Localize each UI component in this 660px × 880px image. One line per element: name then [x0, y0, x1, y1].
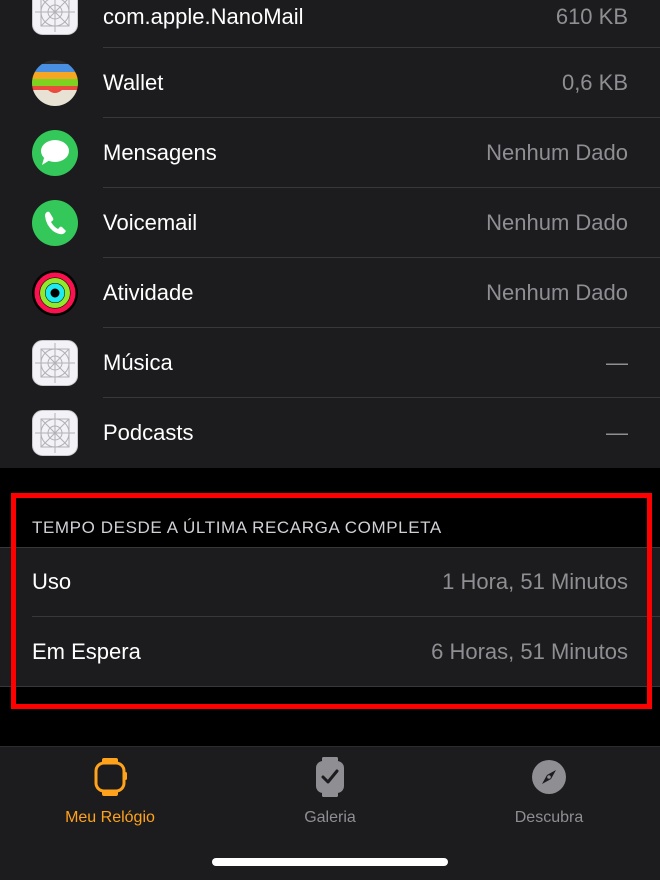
app-row-music[interactable]: Música —: [0, 328, 660, 398]
app-row-nanomail[interactable]: com.apple.NanoMail 610 KB: [0, 0, 660, 48]
compass-icon: [529, 757, 569, 797]
placeholder-app-icon: [32, 0, 78, 35]
app-storage-list: com.apple.NanoMail 610 KB Wallet 0,6 KB …: [0, 0, 660, 468]
app-name: Voicemail: [103, 210, 198, 235]
app-name: Podcasts: [103, 420, 194, 445]
app-size: Nenhum Dado: [486, 280, 628, 305]
app-size: 0,6 KB: [561, 70, 628, 95]
activity-rings-icon: [32, 270, 78, 316]
app-name: Mensagens: [103, 140, 217, 165]
app-size: 610 KB: [555, 4, 628, 29]
app-name: Wallet: [103, 70, 164, 95]
app-row-activity[interactable]: Atividade Nenhum Dado: [0, 258, 660, 328]
app-name: Música: [103, 350, 173, 375]
placeholder-app-icon: [32, 340, 78, 386]
app-size: Nenhum Dado: [486, 140, 628, 165]
tab-label: Meu Relógio: [65, 809, 155, 826]
wallet-icon: [32, 60, 78, 106]
storage-screen: com.apple.NanoMail 610 KB Wallet 0,6 KB …: [0, 0, 660, 880]
app-row-messages[interactable]: Mensagens Nenhum Dado: [0, 118, 660, 188]
standby-row: Em Espera 6 Horas, 51 Minutos: [0, 617, 660, 687]
usage-value: 1 Hora, 51 Minutos: [442, 569, 628, 594]
battery-usage-list: Uso 1 Hora, 51 Minutos Em Espera 6 Horas…: [0, 547, 660, 687]
placeholder-app-icon: [32, 410, 78, 456]
watch-face-gallery-icon: [310, 757, 350, 797]
app-row-wallet[interactable]: Wallet 0,6 KB: [0, 48, 660, 118]
app-name: com.apple.NanoMail: [103, 4, 304, 29]
home-indicator[interactable]: [212, 858, 448, 866]
section-bottom-divider: [0, 686, 660, 687]
app-size: Nenhum Dado: [486, 210, 628, 235]
messages-icon: [32, 130, 78, 176]
app-size: —: [606, 420, 628, 445]
tab-label: Descubra: [514, 809, 584, 826]
tab-discover[interactable]: Descubra: [459, 757, 639, 827]
app-name: Atividade: [103, 280, 194, 305]
app-row-voicemail[interactable]: Voicemail Nenhum Dado: [0, 188, 660, 258]
section-header-last-charge: TEMPO DESDE A ÚLTIMA RECARGA COMPLETA: [32, 518, 442, 537]
usage-row: Uso 1 Hora, 51 Minutos: [0, 547, 660, 617]
phone-icon: [32, 200, 78, 246]
standby-value: 6 Horas, 51 Minutos: [431, 639, 628, 664]
watch-icon: [90, 757, 130, 797]
tab-my-watch[interactable]: Meu Relógio: [20, 757, 200, 827]
standby-label: Em Espera: [32, 639, 141, 664]
tab-label: Galeria: [304, 809, 356, 826]
tab-gallery[interactable]: Galeria: [240, 757, 420, 827]
app-size: —: [606, 350, 628, 375]
app-row-podcasts[interactable]: Podcasts —: [0, 398, 660, 468]
usage-label: Uso: [32, 569, 72, 594]
